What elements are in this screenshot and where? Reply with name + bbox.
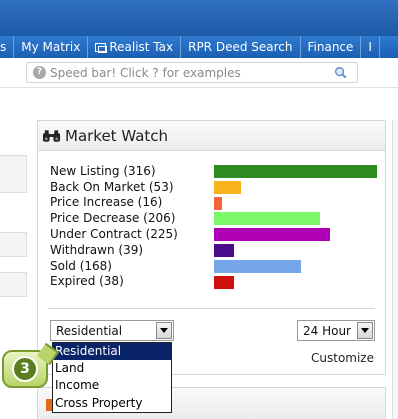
step-callout: 3	[2, 350, 48, 388]
nav-item-finance[interactable]: Finance	[301, 36, 362, 58]
help-icon[interactable]: ?	[33, 66, 46, 79]
nav-item-label: Realist Tax	[109, 40, 174, 54]
nav-item-realist-tax[interactable]: Realist Tax	[88, 36, 182, 58]
market-stats: New Listing (316) Back On Market (53) Pric…	[50, 163, 380, 289]
stat-bar[interactable]	[214, 196, 222, 210]
dropdown-option-cross-property[interactable]: Cross Property	[53, 395, 171, 412]
speedbar-area: ? Speed bar! Click ? for examples	[0, 58, 398, 88]
stat-row[interactable]: Expired (38)	[50, 274, 380, 290]
nav-item-label: I	[368, 40, 372, 54]
time-range-value: 24 Hour	[303, 323, 351, 338]
left-panel-box	[0, 232, 27, 257]
stat-label[interactable]: Withdrawn (39)	[50, 243, 143, 257]
dropdown-option-income[interactable]: Income	[53, 377, 171, 394]
right-column	[392, 120, 398, 419]
speedbar-input[interactable]: ? Speed bar! Click ? for examples	[26, 62, 358, 83]
stat-label[interactable]: Price Increase (16)	[50, 195, 162, 209]
speedbar-placeholder: Speed bar! Click ? for examples	[50, 65, 241, 80]
stat-row[interactable]: Withdrawn (39)	[50, 242, 380, 258]
main-nav: s My Matrix Realist Tax RPR Deed Search …	[0, 36, 398, 58]
left-panel-box	[0, 155, 27, 193]
stat-row[interactable]: Price Increase (16)	[50, 195, 380, 211]
stat-bar[interactable]	[214, 165, 377, 178]
property-type-select[interactable]: Residential	[50, 320, 174, 341]
property-type-dropdown[interactable]: Residential Land Income Cross Property	[52, 342, 172, 413]
nav-item-partial[interactable]: s	[0, 36, 15, 58]
top-header	[0, 0, 398, 36]
dropdown-option-land[interactable]: Land	[53, 360, 171, 377]
stat-bar[interactable]	[214, 275, 234, 289]
stat-row[interactable]: Back On Market (53)	[50, 179, 380, 195]
magnifier-icon[interactable]	[334, 66, 347, 79]
stat-row[interactable]: Sold (168)	[50, 258, 380, 274]
stat-bar[interactable]	[214, 180, 241, 194]
nav-item-my-matrix[interactable]: My Matrix	[14, 36, 89, 58]
panel-title: Market Watch	[65, 126, 169, 145]
stat-row[interactable]: Price Decrease (206)	[50, 210, 380, 226]
nav-item-label: My Matrix	[21, 40, 81, 54]
stat-label[interactable]: Price Decrease (206)	[50, 211, 175, 225]
stat-label[interactable]: Expired (38)	[50, 274, 124, 288]
nav-item-label: RPR Deed Search	[188, 40, 293, 54]
stat-bar[interactable]	[214, 243, 234, 257]
window-icon	[95, 42, 108, 53]
nav-item-label: s	[0, 40, 7, 54]
stat-label[interactable]: New Listing (316)	[50, 164, 156, 178]
panel-header: Market Watch	[38, 121, 385, 151]
left-panel-box	[0, 272, 27, 297]
stat-bar[interactable]	[214, 212, 320, 226]
step-number: 3	[12, 356, 38, 382]
stat-label[interactable]: Under Contract (225)	[50, 227, 178, 241]
property-type-value: Residential	[56, 323, 123, 338]
customize-link[interactable]: Customize	[311, 351, 374, 365]
chevron-down-icon[interactable]	[357, 322, 373, 339]
stat-bar[interactable]	[214, 259, 301, 273]
dropdown-option-residential[interactable]: Residential	[53, 343, 171, 361]
nav-item-label: Finance	[307, 40, 354, 54]
divider	[48, 308, 375, 309]
market-watch-panel: Market Watch New Listing (316) Back On Ma…	[37, 120, 386, 375]
stat-label[interactable]: Sold (168)	[50, 259, 112, 273]
stat-row[interactable]: New Listing (316)	[50, 163, 380, 179]
nav-item-rpr-deed-search[interactable]: RPR Deed Search	[181, 36, 301, 58]
stat-row[interactable]: Under Contract (225)	[50, 226, 380, 242]
time-range-select[interactable]: 24 Hour	[297, 320, 375, 341]
nav-item-partial-right[interactable]: I	[361, 36, 380, 58]
chevron-down-icon[interactable]	[156, 322, 172, 339]
binoculars-icon	[42, 129, 61, 142]
stat-label[interactable]: Back On Market (53)	[50, 180, 174, 194]
stat-bar[interactable]	[214, 228, 330, 242]
